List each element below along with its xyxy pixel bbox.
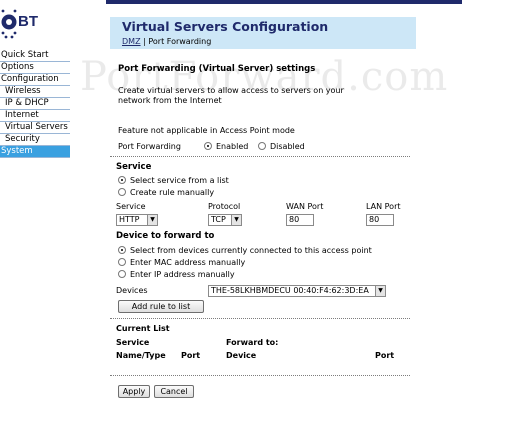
nav-item-configuration[interactable]: Configuration xyxy=(0,74,70,86)
nav-item-security[interactable]: Security xyxy=(0,134,70,146)
protocol-select[interactable]: TCP ▼ xyxy=(208,214,242,226)
current-list-service-header: Service xyxy=(116,338,150,347)
bt-logo: BT xyxy=(0,4,60,44)
nav-item-quick-start[interactable]: Quick Start xyxy=(0,50,70,62)
sidebar-nav: Quick Start Options Configuration Wirele… xyxy=(0,50,70,158)
wan-port-input[interactable]: 80 xyxy=(286,214,314,226)
current-list-device-port-header: Port xyxy=(375,351,395,360)
current-list-device-header: Device xyxy=(226,351,257,360)
lan-port-input[interactable]: 80 xyxy=(366,214,394,226)
nav-item-options[interactable]: Options xyxy=(0,62,70,74)
enabled-label: Enabled xyxy=(216,142,249,151)
current-list-heading: Current List xyxy=(116,324,170,333)
section-title: Port Forwarding (Virtual Server) setting… xyxy=(118,64,316,74)
wan-port-col-label: WAN Port xyxy=(286,202,324,211)
breadcrumb-separator: | xyxy=(143,37,146,46)
protocol-select-value: TCP xyxy=(211,215,226,224)
disabled-label: Disabled xyxy=(270,142,305,151)
current-list-name-type-header: Name/Type xyxy=(116,351,166,360)
cancel-button[interactable]: Cancel xyxy=(154,385,194,398)
devices-select[interactable]: THE-58LKHBMDECU 00:40:F4:62:3D:EA ▼ xyxy=(208,285,386,297)
logo-text: BT xyxy=(18,13,38,30)
select-connected-device-label: Select from devices currently connected … xyxy=(130,246,372,255)
nav-item-internet[interactable]: Internet xyxy=(0,110,70,122)
enter-mac-label: Enter MAC address manually xyxy=(130,258,246,267)
feature-note: Feature not applicable in Access Point m… xyxy=(118,126,295,135)
devices-select-value: THE-58LKHBMDECU 00:40:F4:62:3D:EA xyxy=(211,286,369,295)
service-col-label: Service xyxy=(116,202,146,211)
chevron-down-icon: ▼ xyxy=(231,215,241,225)
nav-item-wireless[interactable]: Wireless xyxy=(0,86,70,98)
enter-ip-radio[interactable] xyxy=(118,270,126,278)
port-forwarding-label: Port Forwarding xyxy=(118,142,181,151)
nav-item-virtual-servers[interactable]: Virtual Servers xyxy=(0,122,70,134)
chevron-down-icon: ▼ xyxy=(375,286,385,296)
dmz-link[interactable]: DMZ xyxy=(122,37,141,46)
service-heading: Service xyxy=(116,162,152,172)
nav-item-ip-dhcp[interactable]: IP & DHCP xyxy=(0,98,70,110)
divider xyxy=(110,375,410,376)
protocol-col-label: Protocol xyxy=(208,202,241,211)
divider xyxy=(110,318,410,319)
breadcrumb-current: Port Forwarding xyxy=(148,37,212,46)
device-heading: Device to forward to xyxy=(116,231,215,241)
breadcrumb: DMZ | Port Forwarding xyxy=(122,37,211,46)
lan-port-col-label: LAN Port xyxy=(366,202,401,211)
add-rule-button[interactable]: Add rule to list xyxy=(118,300,204,313)
current-list-forward-header: Forward to: xyxy=(226,338,279,347)
nav-item-system[interactable]: System xyxy=(0,146,70,158)
enter-mac-radio[interactable] xyxy=(118,258,126,266)
select-service-list-radio[interactable] xyxy=(118,176,126,184)
divider xyxy=(110,156,410,157)
service-select[interactable]: HTTP ▼ xyxy=(116,214,158,226)
service-select-value: HTTP xyxy=(119,215,140,224)
page-header: Virtual Servers Configuration DMZ | Port… xyxy=(110,17,416,49)
top-accent-bar xyxy=(106,0,462,4)
create-rule-manually-radio[interactable] xyxy=(118,188,126,196)
port-forwarding-disabled-radio[interactable] xyxy=(258,142,266,150)
select-connected-device-radio[interactable] xyxy=(118,246,126,254)
select-service-list-label: Select service from a list xyxy=(130,176,229,185)
apply-button[interactable]: Apply xyxy=(118,385,150,398)
devices-label: Devices xyxy=(116,286,148,295)
section-description: Create virtual servers to allow access t… xyxy=(118,86,344,105)
port-forwarding-enabled-radio[interactable] xyxy=(204,142,212,150)
enter-ip-label: Enter IP address manually xyxy=(130,270,235,279)
create-rule-manually-label: Create rule manually xyxy=(130,188,215,197)
current-list-port-header: Port xyxy=(181,351,201,360)
page-title: Virtual Servers Configuration xyxy=(122,19,329,34)
chevron-down-icon: ▼ xyxy=(147,215,157,225)
